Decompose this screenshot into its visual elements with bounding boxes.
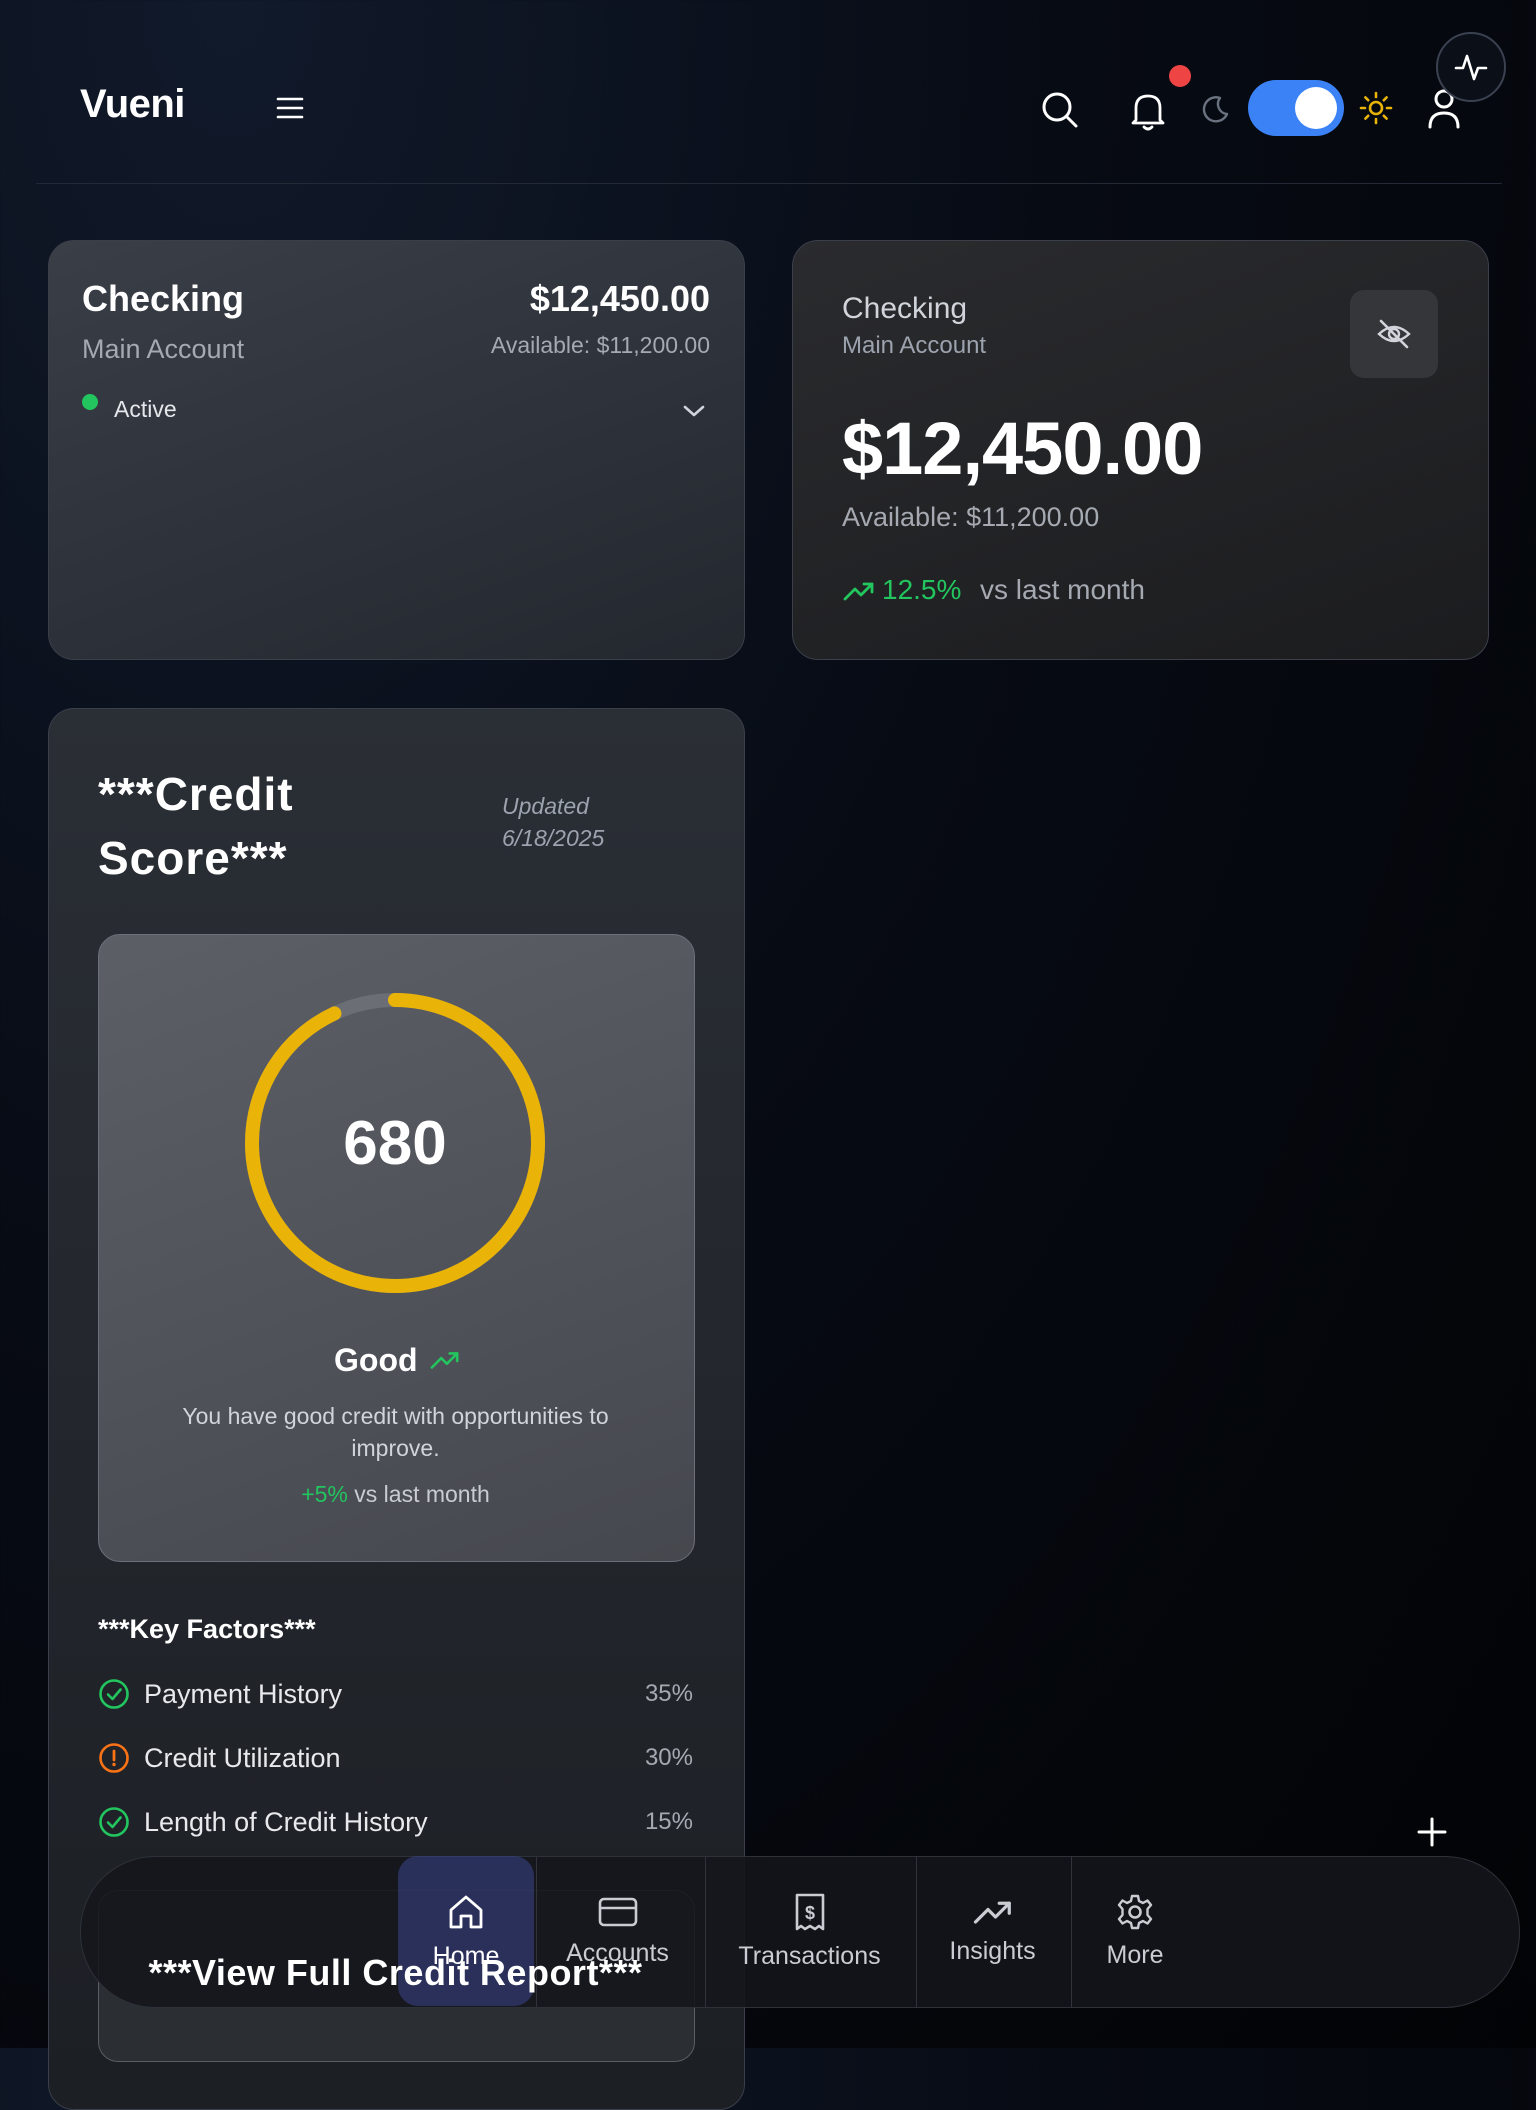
trending-up-icon (842, 576, 876, 606)
check-circle-icon (99, 1807, 129, 1837)
factor-label: Payment History (144, 1678, 343, 1709)
status-dot (82, 394, 98, 410)
svg-text:$: $ (804, 1903, 814, 1923)
factor-label: Credit Utilization (144, 1742, 341, 1773)
detail-subtitle: Main Account (842, 332, 987, 359)
nav-label: Transactions (738, 1941, 881, 1970)
moon-icon (1198, 92, 1232, 126)
plus-icon[interactable] (1410, 1810, 1454, 1854)
detail-change: 12.5% (882, 574, 962, 605)
credit-rating: Good (334, 1342, 418, 1378)
nav-label: Insights (949, 1936, 1036, 1965)
toggle-knob (1295, 87, 1337, 129)
receipt-icon: $ (795, 1893, 824, 1930)
credit-title-line2: Score*** (98, 832, 288, 884)
credit-change-suffix: vs last month (354, 1481, 490, 1507)
search-icon[interactable] (1036, 86, 1084, 134)
gear-icon (1117, 1894, 1153, 1929)
factor-row: Payment History 35% (98, 1662, 693, 1726)
app-logo[interactable]: Vueni (80, 82, 185, 127)
key-factors-title: ***Key Factors*** (98, 1614, 316, 1644)
header-divider (36, 183, 1502, 184)
account-balance: $12,450.00 (529, 278, 710, 319)
factor-value: 15% (644, 1808, 693, 1835)
nav-label: More (1106, 1940, 1164, 1969)
factor-value: 30% (644, 1744, 693, 1771)
account-available: Available: $11,200.00 (490, 332, 710, 358)
credit-change: +5% (301, 1481, 348, 1507)
chevron-down-icon[interactable] (676, 396, 712, 426)
bell-icon[interactable] (1124, 84, 1172, 136)
credit-description-line2: improve. (351, 1435, 440, 1461)
trending-up-icon (973, 1901, 1011, 1924)
factor-value: 35% (644, 1680, 693, 1707)
detail-available: Available: $11,200.00 (842, 502, 1100, 532)
eye-off-icon (1377, 319, 1411, 349)
factor-label: Length of Credit History (144, 1806, 428, 1837)
sun-icon (1358, 90, 1394, 126)
activity-button[interactable] (1436, 32, 1506, 102)
factor-row: Credit Utilization 30% (98, 1726, 693, 1790)
check-circle-icon (99, 1679, 129, 1709)
notification-badge (1169, 65, 1191, 87)
menu-icon[interactable] (270, 88, 310, 128)
nav-item-transactions[interactable]: $ Transactions (704, 1856, 915, 2006)
credit-description-line1: You have good credit with opportunities … (182, 1403, 609, 1429)
credit-updated-line1: Updated (502, 793, 589, 819)
detail-change-suffix: vs last month (980, 574, 1145, 605)
status-label: Active (114, 396, 177, 422)
credit-title: ***Credit Score*** (98, 762, 294, 890)
account-subtitle: Main Account (82, 334, 245, 364)
factor-row: Length of Credit History 15% (98, 1790, 693, 1854)
credit-score-value: 680 (343, 1109, 447, 1178)
nav-item-more[interactable]: More (1070, 1856, 1200, 2006)
theme-toggle[interactable] (1248, 80, 1344, 136)
alert-circle-icon (99, 1743, 129, 1773)
credit-title-line1: ***Credit (98, 768, 294, 820)
account-title: Checking (82, 278, 245, 319)
card-icon (598, 1897, 637, 1926)
home-icon (449, 1895, 483, 1928)
credit-change-row: +5% vs last month (120, 1481, 671, 1508)
credit-updated: Updated 6/18/2025 (502, 790, 604, 854)
credit-description: You have good credit with opportunities … (120, 1400, 671, 1464)
hide-balance-button[interactable] (1350, 290, 1438, 378)
key-factors-list: Payment History 35% Credit Utilization 3… (98, 1662, 693, 1854)
detail-title: Checking (842, 292, 968, 325)
nav-item-insights[interactable]: Insights (915, 1856, 1070, 2006)
activity-icon (1454, 54, 1488, 81)
credit-updated-line2: 6/18/2025 (502, 825, 605, 851)
rating-trend-icon (428, 1346, 462, 1374)
detail-balance: $12,450.00 (842, 407, 1203, 490)
view-credit-report-label[interactable]: ***View Full Credit Report*** (98, 1952, 693, 1994)
